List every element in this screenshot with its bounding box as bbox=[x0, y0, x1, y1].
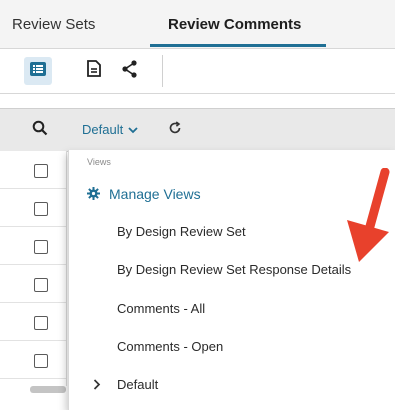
view-item-label: By Design Review Set Response Details bbox=[117, 262, 352, 277]
filter-bar: Default bbox=[0, 108, 395, 152]
table-row bbox=[0, 303, 66, 341]
row-checkbox[interactable] bbox=[34, 240, 48, 254]
view-item-label: By Design Review Set bbox=[117, 224, 246, 239]
row-checkbox[interactable] bbox=[34, 278, 48, 292]
row-checkbox[interactable] bbox=[34, 354, 48, 368]
view-item-comments-all[interactable]: Comments - All bbox=[69, 291, 395, 327]
annotation-arrow-icon bbox=[345, 167, 395, 273]
grid-checkbox-column bbox=[0, 151, 67, 386]
row-checkbox[interactable] bbox=[34, 164, 48, 178]
view-group-default[interactable]: Default bbox=[69, 367, 395, 403]
document-icon bbox=[87, 60, 101, 82]
horizontal-scrollbar[interactable] bbox=[30, 386, 66, 393]
document-button[interactable] bbox=[80, 57, 108, 85]
search-icon[interactable] bbox=[32, 120, 48, 141]
view-item-comments-open[interactable]: Comments - Open bbox=[69, 329, 395, 365]
table-row bbox=[0, 189, 66, 227]
view-selector[interactable]: Default bbox=[82, 122, 138, 137]
spacer bbox=[0, 94, 395, 108]
tab-review-sets[interactable]: Review Sets bbox=[12, 16, 95, 33]
manage-views-label: Manage Views bbox=[109, 186, 201, 202]
table-row bbox=[0, 265, 66, 303]
refresh-icon[interactable] bbox=[168, 121, 182, 140]
tab-review-comments[interactable]: Review Comments bbox=[168, 16, 301, 33]
view-group-label: Default bbox=[117, 377, 159, 392]
view-selector-label: Default bbox=[82, 122, 124, 137]
view-item-label: Comments - Open bbox=[117, 339, 224, 354]
table-row bbox=[0, 227, 66, 265]
view-item-label: Comments - All bbox=[117, 301, 206, 316]
list-view-button[interactable] bbox=[24, 57, 52, 85]
table-row bbox=[0, 341, 66, 379]
share-icon bbox=[122, 59, 138, 83]
list-view-icon bbox=[30, 61, 46, 81]
toolbar bbox=[0, 49, 395, 94]
views-header: Views bbox=[87, 157, 111, 167]
gear-icon bbox=[87, 187, 100, 203]
active-tab-indicator bbox=[150, 44, 326, 47]
table-row bbox=[0, 151, 66, 189]
chevron-down-icon bbox=[128, 122, 138, 137]
row-checkbox[interactable] bbox=[34, 316, 48, 330]
chevron-right-icon bbox=[93, 377, 101, 393]
row-checkbox[interactable] bbox=[34, 202, 48, 216]
tab-bar: Review Sets Review Comments bbox=[0, 0, 395, 49]
toolbar-divider bbox=[162, 55, 163, 87]
share-button[interactable] bbox=[116, 57, 144, 85]
